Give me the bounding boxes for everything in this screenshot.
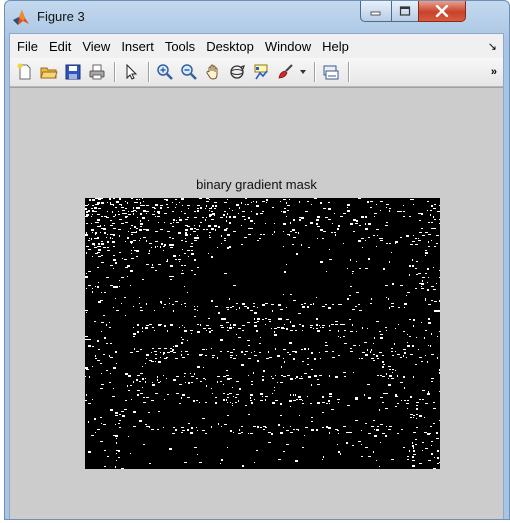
menu-desktop[interactable]: Desktop: [201, 39, 260, 54]
toolbar-overflow-icon[interactable]: »: [491, 66, 497, 78]
close-icon: [435, 5, 449, 17]
figure-canvas: binary gradient mask: [10, 87, 503, 519]
minimize-button[interactable]: [360, 1, 392, 22]
figure-window: Figure 3 File Edit View Insert Tools Des…: [4, 0, 510, 520]
new-figure-icon[interactable]: [14, 61, 36, 83]
zoom-in-icon[interactable]: [154, 61, 176, 83]
brush-dropdown-icon[interactable]: [298, 61, 308, 83]
menu-window[interactable]: Window: [259, 39, 316, 54]
save-icon[interactable]: [62, 61, 84, 83]
binary-gradient-mask-image[interactable]: [85, 198, 440, 469]
menu-bar: File Edit View Insert Tools Desktop Wind…: [10, 34, 503, 58]
toolbar-separator: [114, 62, 116, 82]
open-file-icon[interactable]: [38, 61, 60, 83]
toolbar-separator: [148, 62, 150, 82]
menu-overflow-icon[interactable]: ↘: [488, 40, 497, 53]
canvas-top-border: [10, 87, 503, 88]
minimize-icon: [370, 11, 381, 16]
matlab-logo-icon: [12, 8, 30, 26]
menu-tools[interactable]: Tools: [159, 39, 200, 54]
menu-edit[interactable]: Edit: [43, 39, 76, 54]
axes-title: binary gradient mask: [196, 177, 317, 192]
brush-icon[interactable]: [274, 61, 296, 83]
print-icon[interactable]: [86, 61, 108, 83]
maximize-button[interactable]: [391, 1, 419, 22]
toolbar-separator: [348, 62, 350, 82]
zoom-out-icon[interactable]: [178, 61, 200, 83]
close-button[interactable]: [418, 1, 466, 22]
menu-file[interactable]: File: [10, 39, 43, 54]
data-cursor-icon[interactable]: [250, 61, 272, 83]
link-plot-icon[interactable]: [320, 61, 342, 83]
menu-help[interactable]: Help: [317, 39, 355, 54]
figure-client-area: File Edit View Insert Tools Desktop Wind…: [9, 33, 504, 519]
figure-toolbar: »: [10, 58, 503, 87]
menu-view[interactable]: View: [77, 39, 116, 54]
menu-insert[interactable]: Insert: [116, 39, 160, 54]
title-bar[interactable]: Figure 3: [5, 1, 509, 33]
pan-hand-icon[interactable]: [202, 61, 224, 83]
maximize-icon: [399, 6, 411, 16]
window-title: Figure 3: [37, 9, 85, 24]
edit-plot-arrow-icon[interactable]: [120, 61, 142, 83]
toolbar-separator: [314, 62, 316, 82]
rotate-3d-icon[interactable]: [226, 61, 248, 83]
